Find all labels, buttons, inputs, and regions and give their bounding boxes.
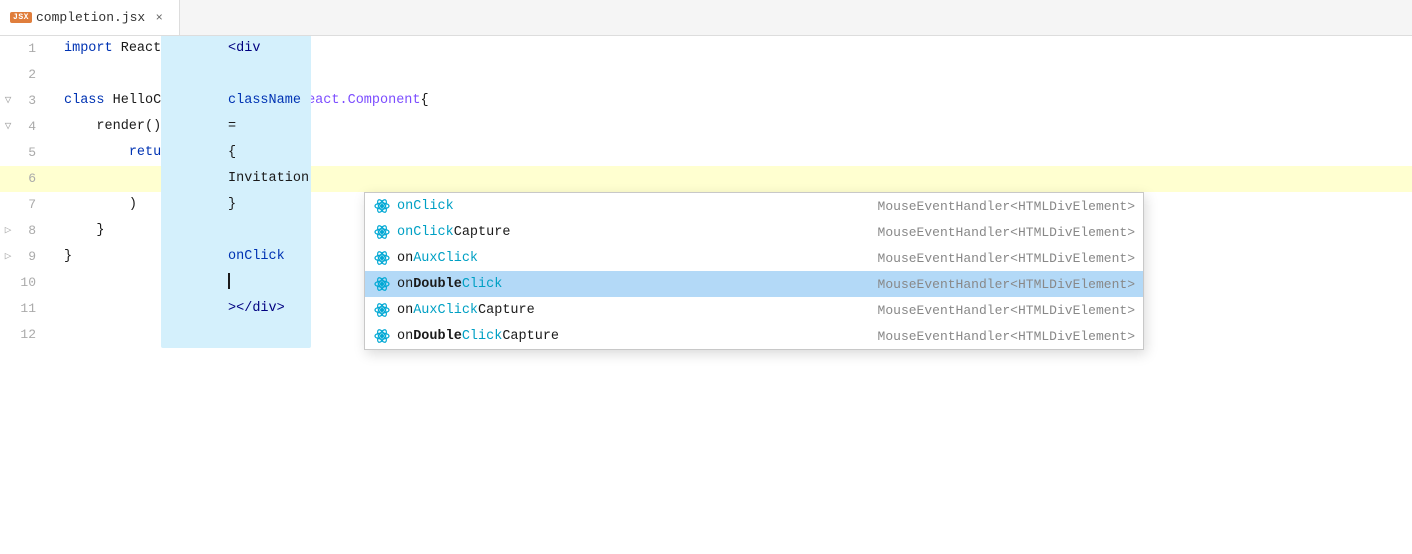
jsx-badge: JSX (10, 12, 32, 23)
fold-icon-4[interactable]: ▽ (2, 121, 14, 133)
react-icon-6 (373, 327, 391, 345)
react-icon-5 (373, 301, 391, 319)
jsx-icon: JSX (12, 9, 30, 27)
autocomplete-item-onauxclick[interactable]: onAuxClick MouseEventHandler<HTMLDivElem… (365, 245, 1143, 271)
autocomplete-type-onauxclick: MouseEventHandler<HTMLDivElement> (878, 251, 1135, 266)
autocomplete-item-onauxclickcapture[interactable]: onAuxClickCapture MouseEventHandler<HTML… (365, 297, 1143, 323)
autocomplete-type-onclick: MouseEventHandler<HTMLDivElement> (878, 199, 1135, 214)
line-num-2: 2 (0, 62, 48, 88)
line-num-7: 7 (0, 192, 48, 218)
tab-bar: JSX completion.jsx × (0, 0, 1412, 36)
autocomplete-label-ondoubleclick: onDoubleClick (397, 277, 872, 292)
fold-icon-9[interactable]: ▷ (2, 251, 14, 263)
line-num-1: 1 (0, 36, 48, 62)
line-num-6: 6 (0, 166, 48, 192)
autocomplete-label-onauxclickcapture: onAuxClickCapture (397, 303, 872, 318)
code-line-6: <div className = { Invitation } onClick … (48, 166, 1412, 192)
autocomplete-type-onauxclickcapture: MouseEventHandler<HTMLDivElement> (878, 303, 1135, 318)
code-content[interactable]: import React from 'react' ; class HelloC… (48, 36, 1412, 554)
line-num-5: 5 (0, 140, 48, 166)
line-num-12: 12 (0, 322, 48, 348)
line-numbers: 1 2 ▽ 3 ▽ 4 5 6 7 ▷ 8 (0, 36, 48, 554)
tab-close-button[interactable]: × (151, 10, 167, 26)
autocomplete-label-onclick: onClick (397, 199, 872, 214)
react-icon-1 (373, 197, 391, 215)
autocomplete-item-onclickcapture[interactable]: onClickCapture MouseEventHandler<HTMLDiv… (365, 219, 1143, 245)
autocomplete-type-ondoubleclickcapture: MouseEventHandler<HTMLDivElement> (878, 329, 1135, 344)
tab-filename: completion.jsx (36, 10, 145, 25)
autocomplete-label-ondoubleclickcapture: onDoubleClickCapture (397, 329, 872, 344)
text-cursor (228, 273, 230, 289)
autocomplete-dropdown: onClick MouseEventHandler<HTMLDivElement… (364, 192, 1144, 350)
autocomplete-label-onclickcapture: onClickCapture (397, 225, 872, 240)
react-icon-2 (373, 223, 391, 241)
autocomplete-item-ondoubleclick[interactable]: onDoubleClick MouseEventHandler<HTMLDivE… (365, 271, 1143, 297)
file-tab[interactable]: JSX completion.jsx × (0, 0, 180, 35)
fold-icon-3[interactable]: ▽ (2, 95, 14, 107)
autocomplete-label-onauxclick: onAuxClick (397, 251, 872, 266)
autocomplete-type-ondoubleclick: MouseEventHandler<HTMLDivElement> (878, 277, 1135, 292)
autocomplete-item-ondoubleclickcapture[interactable]: onDoubleClickCapture MouseEventHandler<H… (365, 323, 1143, 349)
line-num-4: ▽ 4 (0, 114, 48, 140)
autocomplete-type-onclickcapture: MouseEventHandler<HTMLDivElement> (878, 225, 1135, 240)
line-num-8: ▷ 8 (0, 218, 48, 244)
line-num-9: ▷ 9 (0, 244, 48, 270)
line-num-3: ▽ 3 (0, 88, 48, 114)
react-icon-4 (373, 275, 391, 293)
line-num-11: 11 (0, 296, 48, 322)
editor-area: 1 2 ▽ 3 ▽ 4 5 6 7 ▷ 8 (0, 36, 1412, 554)
autocomplete-item-onclick[interactable]: onClick MouseEventHandler<HTMLDivElement… (365, 193, 1143, 219)
react-icon-3 (373, 249, 391, 267)
line-num-10: 10 (0, 270, 48, 296)
fold-icon-8[interactable]: ▷ (2, 225, 14, 237)
